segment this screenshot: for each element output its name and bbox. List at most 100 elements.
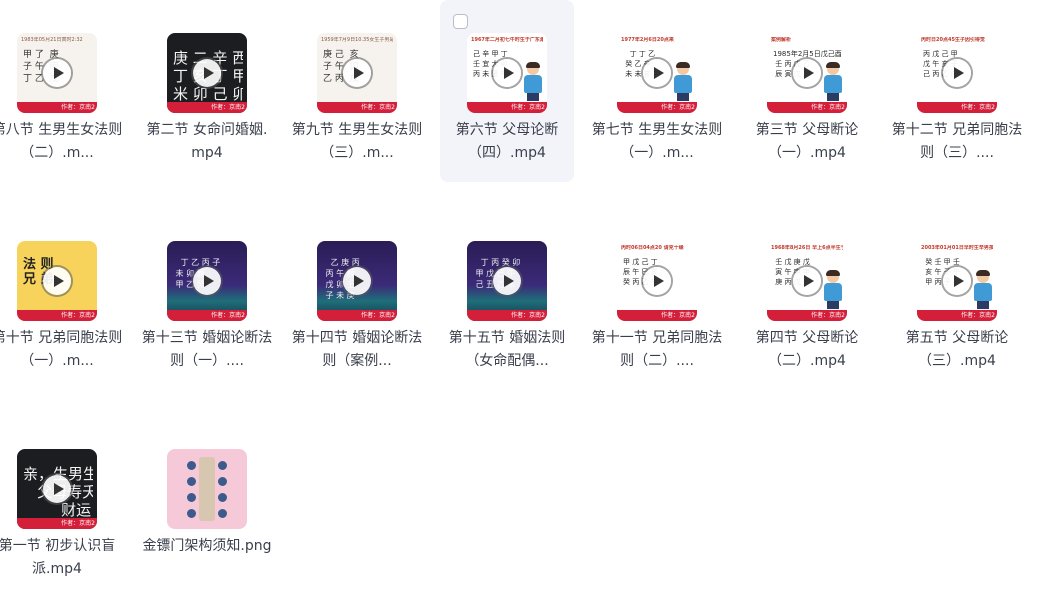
cartoon-legs	[677, 93, 689, 101]
file-tile[interactable]: 法 则 兄 弟作者：京南2 第十节 兄弟同胞法则（一）.m...	[0, 208, 124, 390]
author-banner: 作者：京南2	[617, 310, 697, 321]
video-thumbnail[interactable]: 法 则 兄 弟作者：京南2	[17, 241, 97, 321]
video-thumbnail[interactable]: 2003年01月01日早时生辛男孩 癸 壬 甲 壬 亥 午 子 午 甲 丙 子作…	[917, 241, 997, 321]
file-name[interactable]: 第十三节 婚姻论断法则（一）....	[140, 327, 274, 373]
file-name[interactable]: 第十二节 兄弟同胞法则（三）....	[890, 119, 1024, 165]
author-banner: 作者：京南2	[17, 310, 97, 321]
video-thumbnail[interactable]: 亲，生男生女 父母寿夭 财运作者：京南2	[17, 449, 97, 529]
meeting-table-illustration	[199, 457, 215, 521]
cartoon-figure	[522, 62, 544, 101]
thumbnail-caption: 丙时日20点45生子因引得觉	[921, 37, 985, 43]
play-icon[interactable]	[193, 59, 221, 87]
play-icon[interactable]	[493, 59, 521, 87]
video-thumbnail[interactable]: 庚 二 辛 西 丁 亥 丁 甲 米 卯 己 卯 丙 西 未 申作者：京南2	[167, 33, 247, 113]
file-tile[interactable]: 丙时06日04点20 请克十缘甲 戊 己 丁 辰 午 巳 亥 癸 丙 乙 辛作者…	[590, 208, 724, 390]
file-name[interactable]: 第十节 兄弟同胞法则（一）.m...	[0, 327, 124, 373]
author-banner: 作者：京南2	[317, 102, 397, 113]
play-icon[interactable]	[943, 267, 971, 295]
video-thumbnail[interactable]: 丁 乙 丙 子 未 卯 辰 甲 乙 癸作者：京南2	[167, 241, 247, 321]
file-tile[interactable]: 1968年8月26日 早上6点半生于北京 壬 戊 庚 戊 寅 午 申 申 庚 丙…	[740, 208, 874, 390]
video-thumbnail[interactable]: 1977年2月6日20点来 丁 丁 乙 癸 乙 辛 未 未 亥作者：京南2	[617, 33, 697, 113]
seat-illustration	[187, 477, 196, 486]
author-banner: 作者：京南2	[767, 102, 847, 113]
thumbnail-caption: 1977年2月6日20点来	[621, 37, 674, 43]
cartoon-legs	[527, 93, 539, 101]
seat-illustration	[187, 461, 196, 470]
file-tile[interactable]: 丁 乙 丙 子 未 卯 辰 甲 乙 癸作者：京南2 第十三节 婚姻论断法则（一）.…	[140, 208, 274, 390]
play-icon[interactable]	[193, 267, 221, 295]
thumbnail-caption: 1959年7月9日10.35女生子男是否是体	[321, 37, 393, 43]
file-tile[interactable]: 丁 丙 癸 卯 甲 戊 己 午 己 丑 乙 未作者：京南2 第十五节 婚姻法则（女…	[440, 208, 574, 390]
author-banner: 作者：京南2	[767, 310, 847, 321]
file-tile[interactable]: 1983年05月21日寅时2:32甲 了 庚 子 午 申 丁 乙 戊作者：京南2…	[0, 0, 124, 182]
file-tile[interactable]: 2003年01月01日早时生辛男孩 癸 壬 甲 壬 亥 午 子 午 甲 丙 子作…	[890, 208, 1024, 390]
file-grid: 1983年05月21日寅时2:32甲 了 庚 子 午 申 丁 乙 戊作者：京南2…	[0, 0, 1040, 598]
file-tile[interactable]: 亲，生男生女 父母寿夭 财运作者：京南2 第一节 初步认识盲派.mp4	[0, 416, 124, 598]
file-tile[interactable]: 庚 二 辛 西 丁 亥 丁 甲 米 卯 己 卯 丙 西 未 申作者：京南2 第二节…	[140, 0, 274, 182]
play-icon[interactable]	[343, 59, 371, 87]
video-thumbnail[interactable]: 1959年7月9日10.35女生子男是否是体庚 己 亥 子 午 卯 乙 丙 戊作…	[317, 33, 397, 113]
file-name[interactable]: 金镖门架构须知.png	[140, 535, 274, 558]
cartoon-legs	[977, 301, 989, 309]
cartoon-body	[824, 75, 842, 93]
play-icon[interactable]	[793, 59, 821, 87]
play-icon[interactable]	[343, 267, 371, 295]
seat-illustration	[218, 493, 227, 502]
video-thumbnail[interactable]: 1968年8月26日 早上6点半生于北京 壬 戊 庚 戊 寅 午 申 申 庚 丙…	[767, 241, 847, 321]
file-name[interactable]: 第八节 生男生女法则（二）.m...	[0, 119, 124, 165]
play-icon[interactable]	[943, 59, 971, 87]
file-name[interactable]: 第十四节 婚姻论断法则（案例...	[290, 327, 424, 373]
play-icon[interactable]	[793, 267, 821, 295]
play-icon[interactable]	[43, 267, 71, 295]
file-name[interactable]: 第九节 生男生女法则（三）.m...	[290, 119, 424, 165]
author-banner: 作者：京南2	[467, 102, 547, 113]
thumbnail-caption: 1967年二月初七午时生于广东潮汕	[471, 37, 543, 43]
file-name[interactable]: 第五节 父母断论（三）.mp4	[890, 327, 1024, 373]
file-name[interactable]: 第七节 生男生女法则（一）.m...	[590, 119, 724, 165]
video-thumbnail[interactable]: 乙 庚 丙 丙 午 辰 戊 卯 壬 子 未 庚作者：京南2	[317, 241, 397, 321]
cartoon-figure	[972, 270, 994, 309]
file-name[interactable]: 第十五节 婚姻法则（女命配偶...	[440, 327, 574, 373]
thumbnail-caption: 案例解析	[771, 37, 792, 43]
video-thumbnail[interactable]: 1983年05月21日寅时2:32甲 了 庚 子 午 申 丁 乙 戊作者：京南2	[17, 33, 97, 113]
play-icon[interactable]	[43, 475, 71, 503]
file-name[interactable]: 第一节 初步认识盲派.mp4	[0, 535, 124, 581]
cartoon-figure	[822, 270, 844, 309]
play-icon[interactable]	[643, 267, 671, 295]
video-thumbnail[interactable]: 丙时日20点45生子因引得觉丙 戊 己 甲 戊 午 亥 子 己 丙 乙 戊作者：…	[917, 33, 997, 113]
author-banner: 作者：京南2	[617, 102, 697, 113]
file-name[interactable]: 第二节 女命问婚姻.mp4	[140, 119, 274, 165]
image-thumbnail[interactable]	[167, 449, 247, 529]
file-name[interactable]: 第四节 父母断论（二）.mp4	[740, 327, 874, 373]
cartoon-body	[974, 283, 992, 301]
cartoon-body	[524, 75, 542, 93]
select-checkbox[interactable]	[453, 14, 468, 29]
author-banner: 作者：京南2	[17, 518, 97, 529]
file-tile[interactable]: 金镖门架构须知.png	[140, 416, 274, 598]
play-icon[interactable]	[43, 59, 71, 87]
file-name[interactable]: 第十一节 兄弟同胞法则（二）....	[590, 327, 724, 373]
author-banner: 作者：京南2	[917, 310, 997, 321]
file-tile[interactable]: 1959年7月9日10.35女生子男是否是体庚 己 亥 子 午 卯 乙 丙 戊作…	[290, 0, 424, 182]
video-thumbnail[interactable]: 案例解析1985年2月5日戊己酉 壬 丙 戊 乙 辰 寅 戊 丑作者：京南2	[767, 33, 847, 113]
video-thumbnail[interactable]: 1967年二月初七午时生于广东潮汕己 辛 甲 丁 壬 宜 大 卯 丙 未 夏 午…	[467, 33, 547, 113]
file-tile[interactable]: 1967年二月初七午时生于广东潮汕己 辛 甲 丁 壬 宜 大 卯 丙 未 夏 午…	[440, 0, 574, 182]
cartoon-body	[674, 75, 692, 93]
file-tile[interactable]: 案例解析1985年2月5日戊己酉 壬 丙 戊 乙 辰 寅 戊 丑作者：京南2 第三…	[740, 0, 874, 182]
author-banner: 作者：京南2	[467, 310, 547, 321]
thumbnail-caption: 2003年01月01日早时生辛男孩	[921, 245, 993, 251]
cartoon-figure	[822, 62, 844, 101]
play-icon[interactable]	[643, 59, 671, 87]
video-thumbnail[interactable]: 丁 丙 癸 卯 甲 戊 己 午 己 丑 乙 未作者：京南2	[467, 241, 547, 321]
play-icon[interactable]	[493, 267, 521, 295]
cartoon-hair	[826, 62, 840, 68]
cartoon-legs	[827, 93, 839, 101]
file-name[interactable]: 第三节 父母断论（一）.mp4	[740, 119, 874, 165]
thumbnail-caption: 1983年05月21日寅时2:32	[21, 37, 83, 43]
video-thumbnail[interactable]: 丙时06日04点20 请克十缘甲 戊 己 丁 辰 午 巳 亥 癸 丙 乙 辛作者…	[617, 241, 697, 321]
file-tile[interactable]: 乙 庚 丙 丙 午 辰 戊 卯 壬 子 未 庚作者：京南2 第十四节 婚姻论断法则…	[290, 208, 424, 390]
file-name[interactable]: 第六节 父母论断（四）.mp4	[440, 119, 574, 165]
thumbnail-caption: 丙时06日04点20 请克十缘	[621, 245, 684, 251]
file-tile[interactable]: 丙时日20点45生子因引得觉丙 戊 己 甲 戊 午 亥 子 己 丙 乙 戊作者：…	[890, 0, 1024, 182]
file-tile[interactable]: 1977年2月6日20点来 丁 丁 乙 癸 乙 辛 未 未 亥作者：京南2 第七节…	[590, 0, 724, 182]
